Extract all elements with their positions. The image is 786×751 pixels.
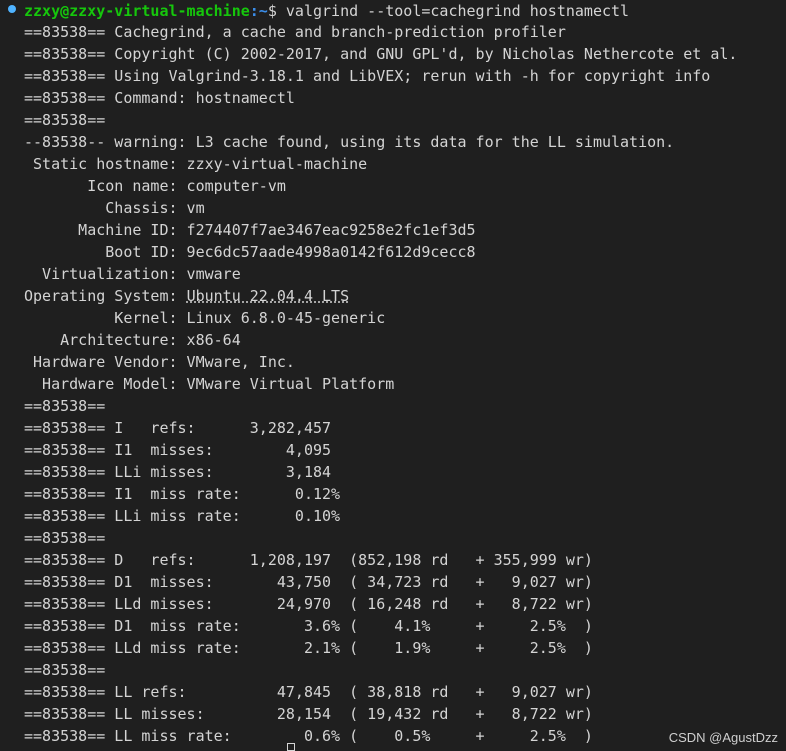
terminal-line: ==83538== LLi miss rate: 0.10% — [24, 507, 341, 525]
terminal-line: ==83538== D refs: 1,208,197 (852,198 rd … — [24, 551, 593, 569]
terminal-line: Hardware Vendor: VMware, Inc. — [24, 353, 295, 371]
terminal-line: Kernel: Linux 6.8.0-45-generic — [24, 309, 386, 327]
terminal-line: Virtualization: vmware — [24, 265, 241, 283]
terminal-line: Hardware Model: VMware Virtual Platform — [24, 375, 395, 393]
prompt-path: :~ — [249, 2, 268, 20]
prompt-line: zzxy@zzxy-virtual-machine:~$ valgrind --… — [24, 0, 629, 22]
terminal-line: ==83538== I1 miss rate: 0.12% — [24, 485, 341, 503]
prompt-symbol: $ — [267, 2, 286, 20]
terminal-line: ==83538== Cachegrind, a cache and branch… — [24, 23, 566, 41]
terminal-line: ==83538== LLd misses: 24,970 ( 16,248 rd… — [24, 595, 593, 613]
terminal-line: ==83538== LL misses: 28,154 ( 19,432 rd … — [24, 705, 593, 723]
terminal-line: ==83538== — [24, 661, 106, 679]
terminal-line: ==83538== — [24, 397, 106, 415]
terminal-line: Static hostname: zzxy-virtual-machine — [24, 155, 368, 173]
terminal-line: ==83538== I refs: 3,282,457 — [24, 419, 332, 437]
terminal-line: ==83538== LL refs: 47,845 ( 38,818 rd + … — [24, 683, 593, 701]
terminal-line: Machine ID: f274407f7ae3467eac9258e2fc1e… — [24, 221, 476, 239]
terminal-line: Chassis: vm — [24, 199, 205, 217]
terminal-line: ==83538== Copyright (C) 2002-2017, and G… — [24, 45, 738, 63]
terminal-line: ==83538== LLi misses: 3,184 — [24, 463, 332, 481]
terminal-line: ==83538== Command: hostnamectl — [24, 89, 295, 107]
terminal-line: Boot ID: 9ec6dc57aade4998a0142f612d9cecc… — [24, 243, 476, 261]
prompt-user-host: zzxy@zzxy-virtual-machine — [24, 2, 250, 20]
os-value-link[interactable]: Ubuntu 22.04.4 LTS — [187, 287, 350, 305]
terminal-line: ==83538== — [24, 529, 106, 547]
terminal-cursor — [287, 743, 295, 751]
os-label: Operating System: — [24, 287, 187, 305]
terminal-line: ==83538== D1 misses: 43,750 ( 34,723 rd … — [24, 573, 593, 591]
terminal-line: ==83538== Using Valgrind-3.18.1 and LibV… — [24, 67, 711, 85]
terminal-line: Operating System: Ubuntu 22.04.4 LTS — [24, 285, 349, 307]
terminal-line: --83538-- warning: L3 cache found, using… — [24, 133, 675, 151]
terminal-line: ==83538== LL miss rate: 0.6% ( 0.5% + 2.… — [24, 727, 593, 745]
terminal-line: ==83538== I1 misses: 4,095 — [24, 441, 332, 459]
prompt-command: valgrind --tool=cachegrind hostnamectl — [285, 2, 630, 20]
terminal-line: ==83538== LLd miss rate: 2.1% ( 1.9% + 2… — [24, 639, 593, 657]
terminal-line: Icon name: computer-vm — [24, 177, 286, 195]
terminal-line: ==83538== D1 miss rate: 3.6% ( 4.1% + 2.… — [24, 617, 593, 635]
terminal-line: Architecture: x86-64 — [24, 331, 241, 349]
prompt-indicator-icon — [8, 5, 16, 13]
terminal-window[interactable]: zzxy@zzxy-virtual-machine:~$ valgrind --… — [0, 0, 786, 751]
watermark: CSDN @AgustDzz — [668, 730, 778, 745]
terminal-line: ==83538== — [24, 111, 106, 129]
